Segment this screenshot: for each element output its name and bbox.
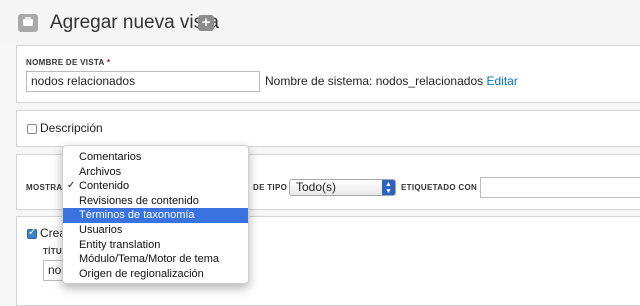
dropdown-item-highlighted[interactable]: Términos de taxonomía bbox=[63, 208, 248, 223]
page-title: Agregar nueva vista bbox=[50, 12, 219, 33]
dropdown-item[interactable]: Comentarios bbox=[63, 150, 248, 165]
type-select[interactable]: Todo(s) ▲ ▼ bbox=[289, 179, 396, 196]
dropdown-item[interactable]: Archivos bbox=[63, 165, 248, 180]
tagged-with-label: etiquetado con bbox=[401, 183, 478, 192]
dropdown-item[interactable]: Módulo/Tema/Motor de tema bbox=[63, 252, 248, 267]
show-type-dropdown[interactable]: Comentarios Archivos ✓ Contenido Revision… bbox=[62, 145, 249, 284]
description-panel: Descripción bbox=[16, 110, 640, 147]
dropdown-item[interactable]: Origen de regionalización bbox=[63, 267, 248, 282]
dropdown-item[interactable]: Revisiones de contenido bbox=[63, 194, 248, 209]
description-label: Descripción bbox=[40, 121, 103, 135]
views-icon bbox=[18, 14, 38, 32]
page-title-label: Títu bbox=[43, 247, 62, 256]
show-label: Mostra bbox=[26, 183, 63, 192]
of-type-label: de tipo bbox=[253, 183, 288, 192]
view-name-label: Nombre de vista * bbox=[26, 58, 111, 67]
select-arrows-icon: ▲ ▼ bbox=[382, 180, 395, 195]
dropdown-item[interactable]: Entity translation bbox=[63, 238, 248, 253]
checkmark-icon: ✓ bbox=[67, 180, 76, 192]
view-name-panel: Nombre de vista * nodos relacionados Nom… bbox=[16, 45, 640, 103]
page-header: Agregar nueva vista + bbox=[0, 0, 640, 44]
description-checkbox[interactable] bbox=[27, 124, 37, 134]
edit-system-name-link[interactable]: Editar bbox=[486, 74, 517, 88]
dropdown-item[interactable]: Usuarios bbox=[63, 223, 248, 238]
required-mark: * bbox=[106, 58, 111, 67]
add-icon[interactable]: + bbox=[198, 15, 214, 31]
dropdown-item-selected[interactable]: ✓ Contenido bbox=[63, 179, 248, 194]
tagged-with-input[interactable] bbox=[480, 177, 640, 198]
view-name-input[interactable]: nodos relacionados bbox=[26, 71, 260, 92]
system-name-text: Nombre de sistema: nodos_relacionados Ed… bbox=[265, 74, 518, 88]
create-page-checkbox[interactable] bbox=[27, 227, 37, 239]
